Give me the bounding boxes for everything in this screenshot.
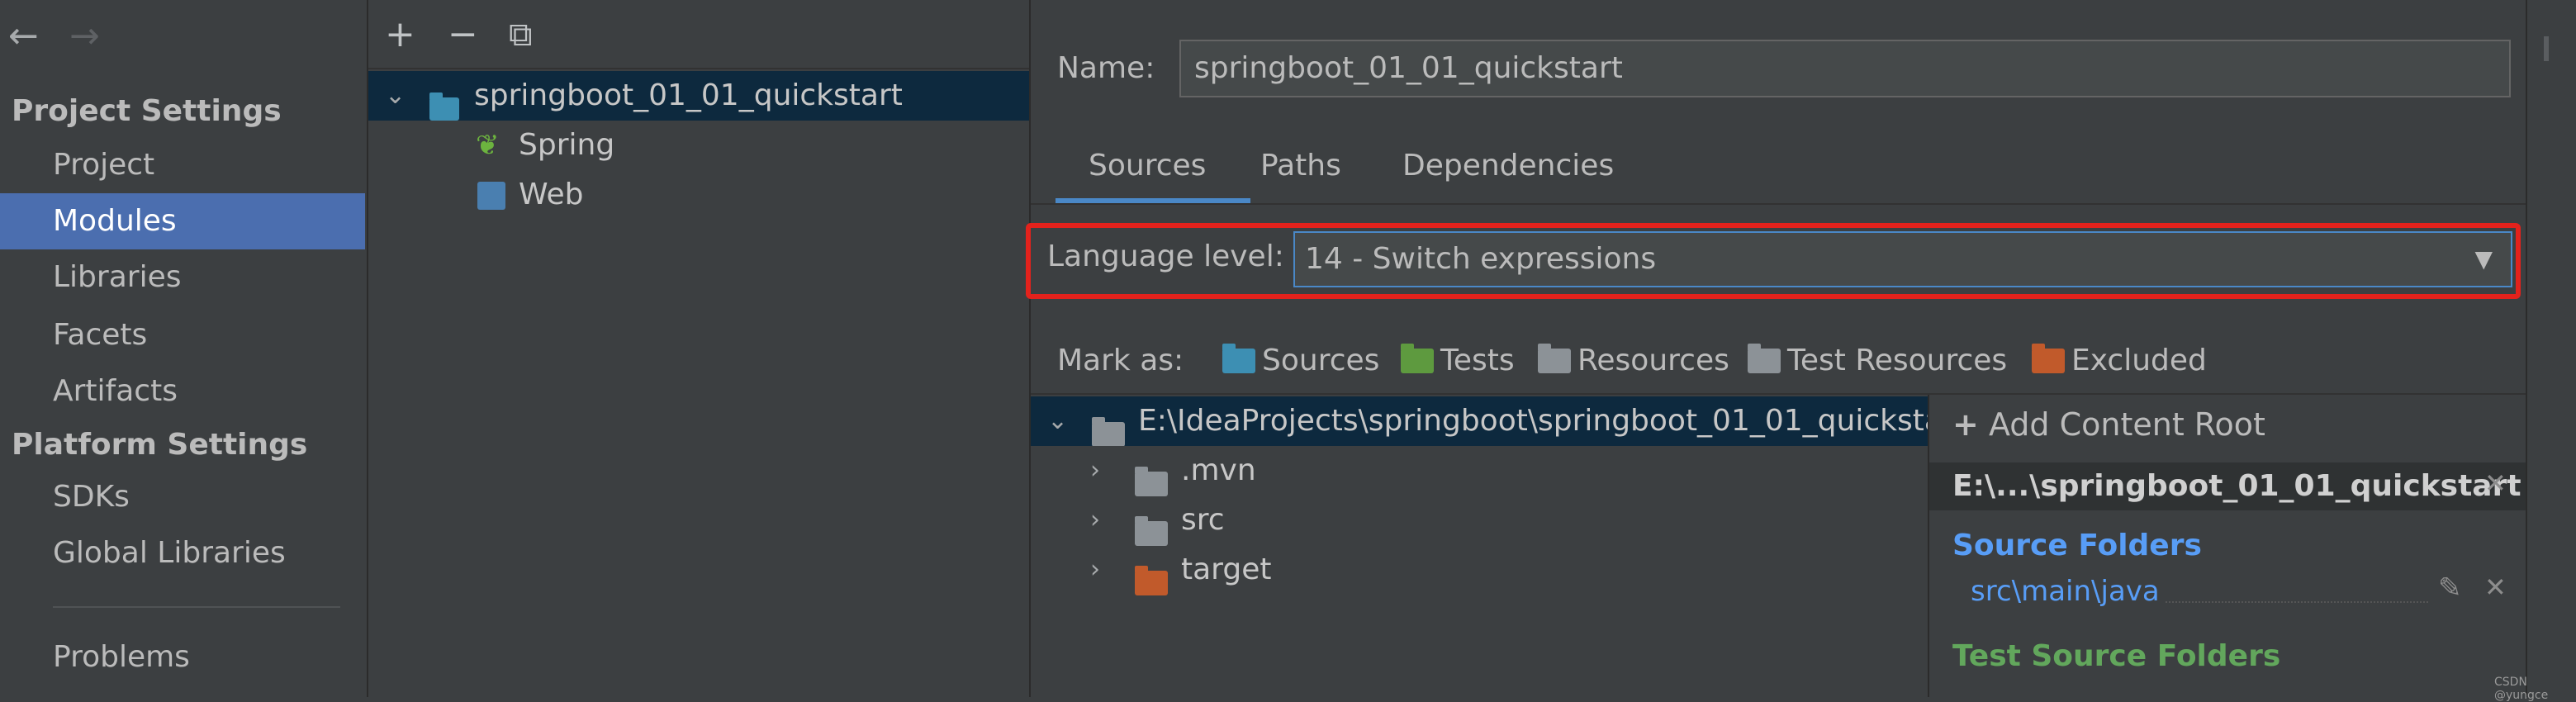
copy-icon[interactable]: ⧉ (509, 17, 533, 53)
facet-label: Web (519, 178, 584, 211)
sources-folder-icon (1222, 344, 1255, 373)
edit-icon[interactable]: ✎ (2438, 572, 2462, 605)
folder-label: .mvn (1181, 453, 1256, 487)
name-label: Name: (1057, 51, 1155, 85)
source-folder-path[interactable]: src\main\java (1971, 575, 2160, 608)
folder-label: src (1181, 503, 1225, 537)
chevron-right-icon[interactable]: › (1090, 496, 1100, 545)
tree-row-module[interactable]: ⌄ springboot_01_01_quickstart (368, 71, 1029, 121)
nav-divider (53, 606, 340, 608)
nav-item-facets[interactable]: Facets (0, 307, 365, 363)
module-tree-panel: + − ⧉ ⌄ springboot_01_01_quickstart ❦ Sp… (368, 0, 1031, 697)
tree-row-mvn[interactable]: › .mvn (1031, 446, 1923, 496)
tab-sources[interactable]: Sources (1089, 149, 1206, 183)
tabs-divider (1031, 203, 2526, 205)
tab-paths[interactable]: Paths (1260, 149, 1341, 183)
project-settings-heading: Project Settings (12, 94, 282, 128)
tree-toolbar-divider (368, 68, 1029, 69)
nav-item-artifacts[interactable]: Artifacts (0, 363, 365, 420)
source-path-leader (2166, 601, 2428, 603)
facet-label: Spring (519, 128, 615, 162)
source-folders-heading: Source Folders (1952, 529, 2202, 562)
close-icon[interactable]: ✕ (2484, 572, 2507, 603)
test-source-folders-heading: Test Source Folders (1952, 639, 2281, 673)
content-root-panel: + Add Content Root E:\...\springboot_01_… (1928, 395, 2527, 697)
mark-resources-button[interactable]: Resources (1538, 344, 1729, 377)
tab-dependencies[interactable]: Dependencies (1402, 149, 1614, 183)
remove-icon[interactable]: − (448, 17, 478, 53)
tree-row-spring[interactable]: ❦ Spring (368, 121, 1029, 170)
nav-item-problems[interactable]: Problems (0, 629, 365, 685)
content-root-header: E:\...\springboot_01_01_quickstart ✕ (1929, 462, 2527, 510)
nav-item-project[interactable]: Project (0, 137, 365, 193)
mark-sources-button[interactable]: Sources (1222, 344, 1379, 377)
mark-as-label: Mark as: (1057, 344, 1184, 377)
web-globe-icon (477, 182, 505, 210)
language-level-label: Language level: (1047, 240, 1284, 273)
add-content-root-button[interactable]: + Add Content Root (1952, 406, 2265, 443)
scroll-handle[interactable] (2544, 36, 2549, 61)
platform-settings-heading: Platform Settings (12, 428, 308, 462)
spring-leaf-icon: ❦ (476, 129, 500, 162)
chevron-down-icon[interactable]: ▼ (2474, 233, 2493, 286)
back-arrow-icon[interactable]: ← (8, 18, 39, 55)
nav-item-sdks[interactable]: SDKs (0, 469, 365, 525)
nav-item-libraries[interactable]: Libraries (0, 249, 365, 306)
folder-label: target (1181, 553, 1272, 586)
nav-item-global-libraries[interactable]: Global Libraries (0, 525, 365, 581)
excluded-folder-icon (2032, 344, 2065, 373)
mark-excluded-button[interactable]: Excluded (2032, 344, 2207, 377)
add-icon[interactable]: + (385, 17, 415, 53)
content-root-short-path: E:\...\springboot_01_01_quickstart (1952, 469, 2521, 503)
content-root-path: E:\IdeaProjects\springboot\springboot_01… (1138, 404, 1928, 438)
chevron-down-icon[interactable]: ⌄ (1047, 396, 1068, 446)
tree-row-src[interactable]: › src (1031, 496, 1923, 546)
forward-arrow-icon[interactable]: → (69, 18, 100, 55)
resources-folder-icon (1538, 344, 1571, 373)
chevron-right-icon[interactable]: › (1090, 545, 1100, 595)
test-resources-folder-icon (1748, 344, 1781, 373)
right-scroll-strip (2526, 0, 2576, 697)
watermark-text: CSDN @yungce (2494, 676, 2549, 702)
content-root-row[interactable]: ⌄ E:\IdeaProjects\springboot\springboot_… (1031, 396, 1928, 446)
plus-icon: + (1952, 406, 1979, 443)
tree-row-web[interactable]: Web (368, 170, 1029, 220)
language-level-select[interactable]: 14 - Switch expressions ▼ (1293, 231, 2512, 287)
nav-item-modules[interactable]: Modules (0, 193, 365, 249)
folder-icon (1135, 558, 1174, 608)
settings-nav-panel: ← → Project Settings Project Modules Lib… (0, 0, 368, 697)
chevron-down-icon[interactable]: ⌄ (385, 71, 406, 121)
root-folder-icon (1092, 410, 1131, 446)
close-icon[interactable]: ✕ (2484, 467, 2507, 499)
chevron-right-icon[interactable]: › (1090, 446, 1100, 496)
name-input[interactable]: springboot_01_01_quickstart (1179, 40, 2511, 97)
tests-folder-icon (1401, 344, 1434, 373)
mark-tests-button[interactable]: Tests (1401, 344, 1515, 377)
tree-row-target[interactable]: › target (1031, 545, 1923, 595)
module-name-label: springboot_01_01_quickstart (474, 78, 903, 112)
language-level-value: 14 - Switch expressions (1305, 242, 1657, 276)
mark-test-resources-button[interactable]: Test Resources (1748, 344, 2007, 377)
